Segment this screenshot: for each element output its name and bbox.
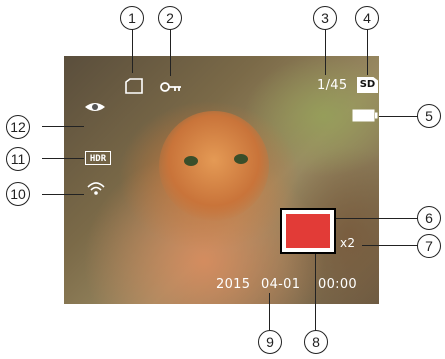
wifi-icon [87,182,105,195]
leader-line-7 [362,245,422,247]
camera-screen [64,56,379,304]
cat-eye [234,154,248,164]
callout-10: 10 [6,182,30,206]
callout-9: 9 [258,330,282,354]
focus-frame-icon [280,208,336,254]
zoom-level: x2 [340,236,356,250]
callout-2: 2 [158,6,182,30]
eye-icon [85,103,105,111]
date-year: 2015 [216,277,251,292]
leader-line-3 [325,29,327,75]
leader-line-9 [269,293,271,331]
callout-3: 3 [313,6,337,30]
callout-5: 5 [417,104,441,128]
callout-12: 12 [6,115,30,139]
leader-line-4 [367,29,369,75]
leader-line-1 [132,29,134,73]
leader-line-5 [379,116,422,118]
file-icon [125,78,143,94]
leader-line-10 [42,194,84,196]
cat-eye [184,156,198,166]
date-month-day: 04-01 [261,277,301,292]
leader-line-11 [42,158,84,160]
callout-1: 1 [120,6,144,30]
key-icon [160,82,181,92]
image-count: 1/45 [317,78,348,93]
callout-7: 7 [417,234,441,258]
callout-8: 8 [304,330,328,354]
leader-line-6 [336,218,422,220]
focus-area [286,214,330,248]
callout-11: 11 [6,147,30,171]
leader-line-12 [42,126,84,128]
callout-6: 6 [417,206,441,230]
callout-4: 4 [355,6,379,30]
battery-icon [352,109,378,122]
leader-line-2 [170,29,172,76]
time: 00:00 [318,277,357,292]
sd-card-icon: SD [357,77,378,93]
leader-line-8 [315,254,317,332]
cat-image [159,111,269,221]
hdr-icon: HDR [85,151,111,165]
